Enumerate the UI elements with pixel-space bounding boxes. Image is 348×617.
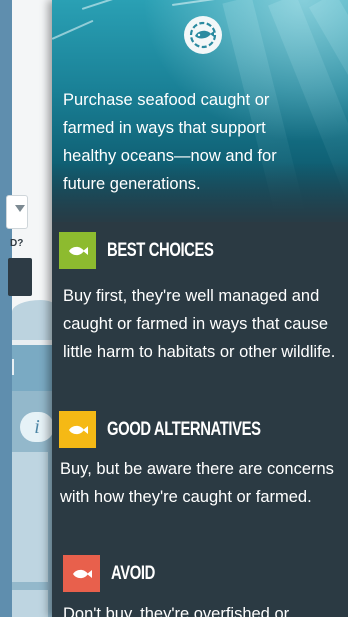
fish-icon <box>72 569 92 578</box>
background-list-card[interactable] <box>12 590 48 617</box>
good-alternatives-header: GOOD ALTERNATIVES <box>59 411 304 448</box>
avoid-header: AVOID <box>63 555 167 592</box>
good-alternatives-badge <box>59 411 96 448</box>
background-edge-strip <box>0 0 12 617</box>
avoid-title: AVOID <box>111 562 155 584</box>
background-dropdown[interactable] <box>6 195 28 229</box>
info-icon[interactable]: i <box>20 412 54 442</box>
avoid-badge <box>63 555 100 592</box>
avoid-description: Don't buy, they're overfished or <box>63 605 290 617</box>
background-app-screen: D? i <box>0 0 60 617</box>
fish-icon <box>68 425 88 434</box>
seafood-watch-logo-icon <box>184 16 222 54</box>
ratings-info-drawer: Purchase seafood caught or farmed in way… <box>52 0 348 617</box>
background-list-card[interactable] <box>12 452 48 582</box>
best-choices-header: BEST CHOICES <box>59 232 244 269</box>
chevron-down-icon <box>15 205 25 212</box>
good-alternatives-description: Buy, but be aware there are concerns wit… <box>60 460 334 506</box>
best-choices-badge <box>59 232 96 269</box>
fish-icon <box>68 246 88 255</box>
good-alternatives-title: GOOD ALTERNATIVES <box>107 418 261 440</box>
background-button[interactable] <box>8 258 32 296</box>
light-streak <box>81 0 149 10</box>
background-question-text: D? <box>10 238 24 249</box>
intro-text: Purchase seafood caught or farmed in way… <box>63 91 277 193</box>
light-streak <box>52 19 94 40</box>
tab-indicator <box>12 359 14 375</box>
best-choices-title: BEST CHOICES <box>107 239 214 261</box>
best-choices-description: Buy first, they're well managed and caug… <box>63 287 336 361</box>
